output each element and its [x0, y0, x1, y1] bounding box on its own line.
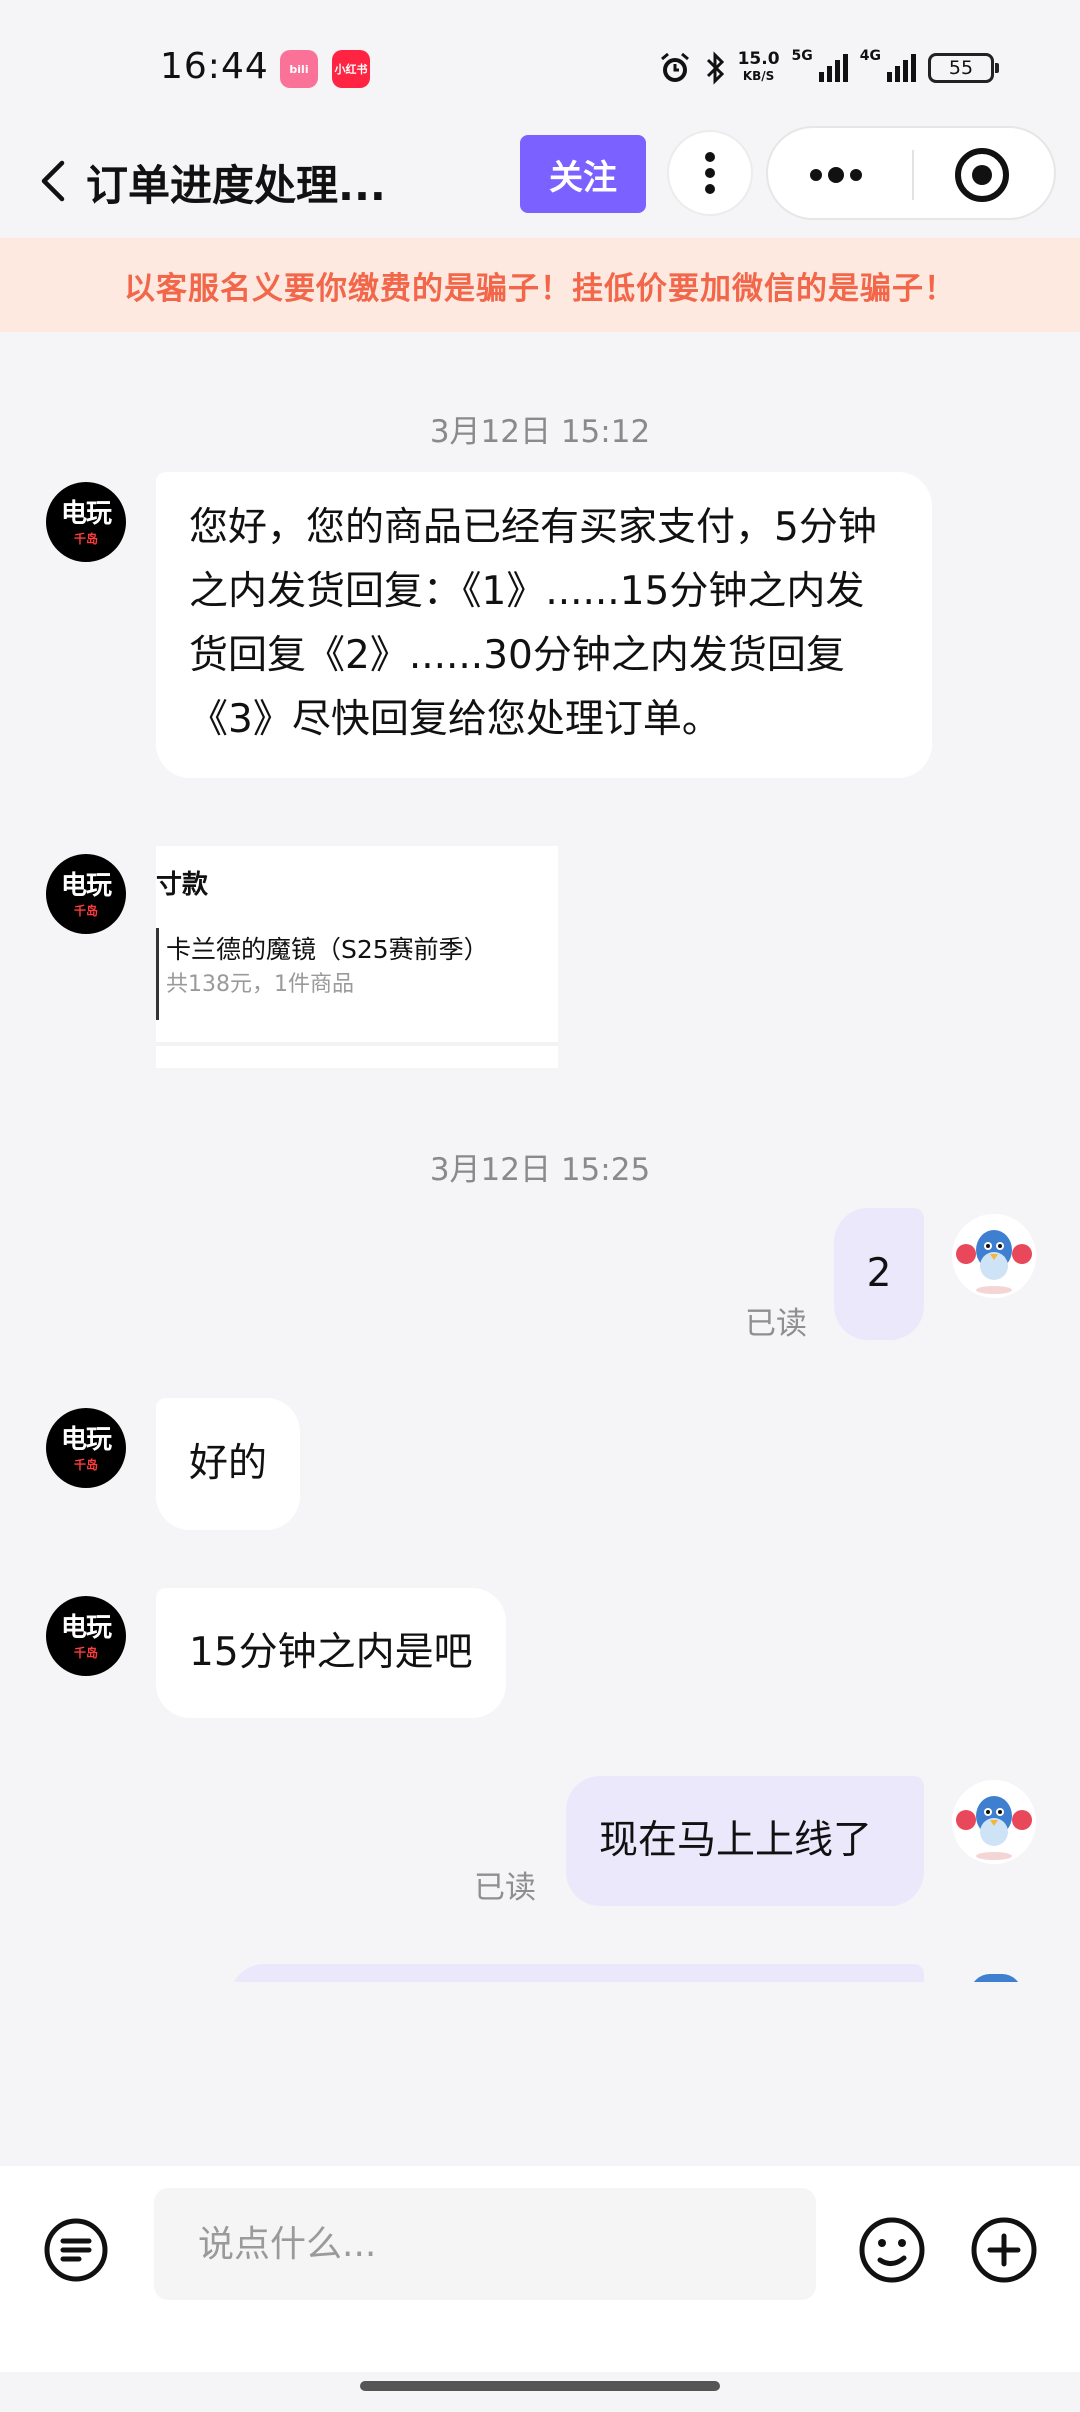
status-icons: 15.0 KB/S 5G 4G 55 — [658, 48, 999, 88]
capsule-close-button[interactable] — [952, 145, 1012, 205]
gesture-area — [0, 2372, 1080, 2412]
signal-icon — [818, 54, 848, 82]
emoji-icon — [859, 2217, 925, 2283]
capsule-menu-button[interactable] — [796, 145, 876, 205]
user-avatar-partial — [970, 1974, 1022, 1982]
home-indicator[interactable] — [360, 2381, 720, 2391]
plus-circle-icon — [971, 2217, 1037, 2283]
shop-avatar[interactable]: 电玩 千岛 — [46, 1408, 126, 1488]
chat-messages[interactable]: 3月12日 15:12 电玩 千岛 您好，您的商品已经有买家支付，5分钟之内发货… — [0, 332, 1080, 1982]
input-bar — [0, 2166, 1080, 2372]
message-bubble[interactable]: 2 — [834, 1208, 924, 1340]
capsule-divider — [912, 150, 914, 200]
penguin-avatar-icon — [952, 1780, 1036, 1864]
vertical-dots-icon — [705, 152, 715, 194]
user-avatar[interactable] — [952, 1780, 1036, 1864]
order-card-heading: 寸款 — [156, 870, 209, 900]
shop-avatar[interactable]: 电玩 千岛 — [46, 854, 126, 934]
message-bubble[interactable]: 您好，您的商品已经有买家支付，5分钟之内发货回复：《1》......15分钟之内… — [156, 472, 932, 778]
add-button[interactable] — [964, 2210, 1044, 2290]
net-speed: 15.0 KB/S — [737, 49, 780, 84]
order-item-title: 卡兰德的魔镜（S25赛前季） — [166, 935, 489, 964]
shop-avatar[interactable]: 电玩 千岛 — [46, 1596, 126, 1676]
message-timestamp: 3月12日 15:12 — [429, 414, 651, 450]
mini-program-capsule — [766, 126, 1056, 220]
read-status: 已读 — [745, 1306, 807, 1342]
message-bubble-partial — [230, 1964, 924, 1982]
follow-button[interactable]: 关注 — [520, 135, 646, 213]
page-title: 订单进度处理... — [86, 161, 386, 210]
more-options-button[interactable] — [667, 130, 753, 216]
quick-reply-button[interactable] — [36, 2210, 116, 2290]
nav-bar: 订单进度处理... 关注 — [0, 126, 1080, 238]
order-card-accent — [156, 928, 159, 1020]
chevron-left-icon — [41, 160, 65, 202]
target-circle-icon — [955, 148, 1009, 202]
sim2-label: 4G — [859, 48, 881, 64]
user-avatar[interactable] — [952, 1214, 1036, 1298]
order-summary: 共138元，1件商品 — [166, 972, 354, 997]
xiaohongshu-app-icon: 小红书 — [332, 50, 370, 88]
bilibili-app-icon: bili — [280, 50, 318, 88]
status-bar: 16:44 bili 小红书 15.0 KB/S 5G 4G 55 — [0, 0, 1080, 130]
status-time: 16:44 — [160, 46, 269, 87]
signal-icon — [887, 54, 916, 82]
back-button[interactable] — [20, 148, 86, 214]
alarm-icon — [660, 52, 689, 82]
bluetooth-icon — [706, 51, 724, 85]
emoji-button[interactable] — [852, 2210, 932, 2290]
message-timestamp: 3月12日 15:25 — [429, 1152, 651, 1188]
sim1-label: 5G — [791, 48, 813, 64]
battery-icon: 55 — [928, 53, 999, 83]
read-status: 已读 — [474, 1870, 536, 1906]
order-card-divider — [156, 1042, 558, 1046]
order-card[interactable]: 寸款 卡兰德的魔镜（S25赛前季） 共138元，1件商品 — [156, 846, 558, 1068]
list-circle-icon — [44, 2218, 108, 2282]
penguin-avatar-icon — [952, 1214, 1036, 1298]
horizontal-dots-icon — [810, 167, 862, 183]
shop-avatar[interactable]: 电玩 千岛 — [46, 482, 126, 562]
message-bubble[interactable]: 15分钟之内是吧 — [156, 1588, 506, 1718]
message-bubble[interactable]: 现在马上上线了 — [566, 1776, 924, 1906]
message-input[interactable] — [154, 2188, 816, 2300]
message-bubble[interactable]: 好的 — [156, 1398, 301, 1530]
scam-warning-banner: 以客服名义要你缴费的是骗子！挂低价要加微信的是骗子！ — [0, 238, 1080, 332]
